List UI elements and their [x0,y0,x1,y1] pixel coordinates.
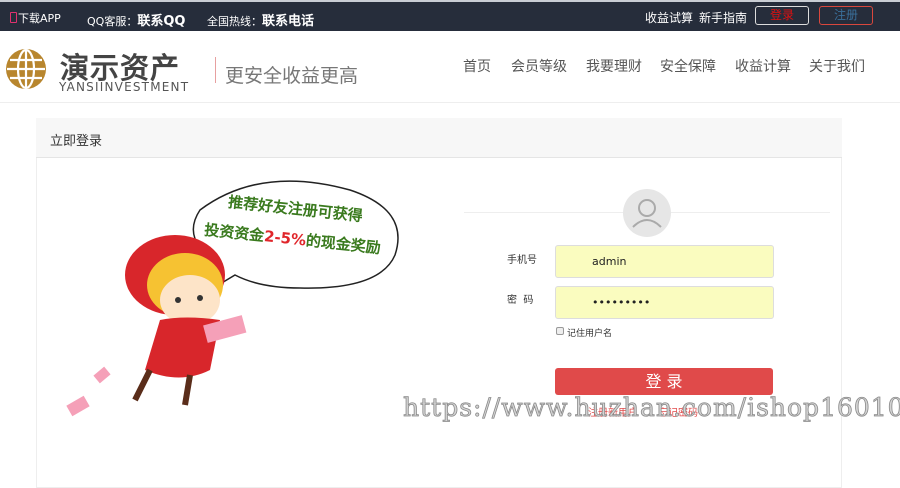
password-label: 密 码 [507,295,534,306]
globe-logo-icon [6,48,46,90]
remember-checkbox[interactable] [556,327,564,335]
login-button[interactable]: 登录 [755,6,809,25]
brand-sub: YANSIINVESTMENT [59,80,190,94]
top-bar: 下载APP QQ客服：联系QQ 全国热线：联系电话 收益试算 新手指南 登录 注… [0,0,900,31]
hotline: 全国热线：联系电话 [207,14,315,29]
nav-about[interactable]: 关于我们 [809,56,865,76]
download-app-link[interactable]: 下载APP [10,10,61,26]
register-button[interactable]: 注册 [819,6,873,25]
phone-label: 手机号 [507,255,537,266]
phone-icon [10,12,17,23]
remember-label: 记住用户名 [567,329,613,339]
guide-link[interactable]: 新手指南 [699,9,747,26]
nav-invest[interactable]: 我要理财 [586,56,642,76]
nav-calc[interactable]: 收益计算 [735,56,791,76]
submit-login-button[interactable]: 登 录 [555,368,773,395]
phone-input[interactable]: admin [555,245,774,278]
divider [215,57,216,83]
slogan: 更安全收益更高 [225,65,359,87]
user-avatar-icon [623,189,671,237]
nav-home[interactable]: 首页 [463,56,491,76]
qq-service[interactable]: QQ客服：联系QQ [87,10,185,29]
calc-link[interactable]: 收益试算 [645,9,693,26]
nav-membership[interactable]: 会员等级 [511,56,567,76]
panel-title: 立即登录 [36,118,842,158]
nav-security[interactable]: 安全保障 [660,56,716,76]
watermark: https://www.huzhan.com/ishop16010 [403,393,900,423]
password-input[interactable]: ••••••••• [555,286,774,319]
